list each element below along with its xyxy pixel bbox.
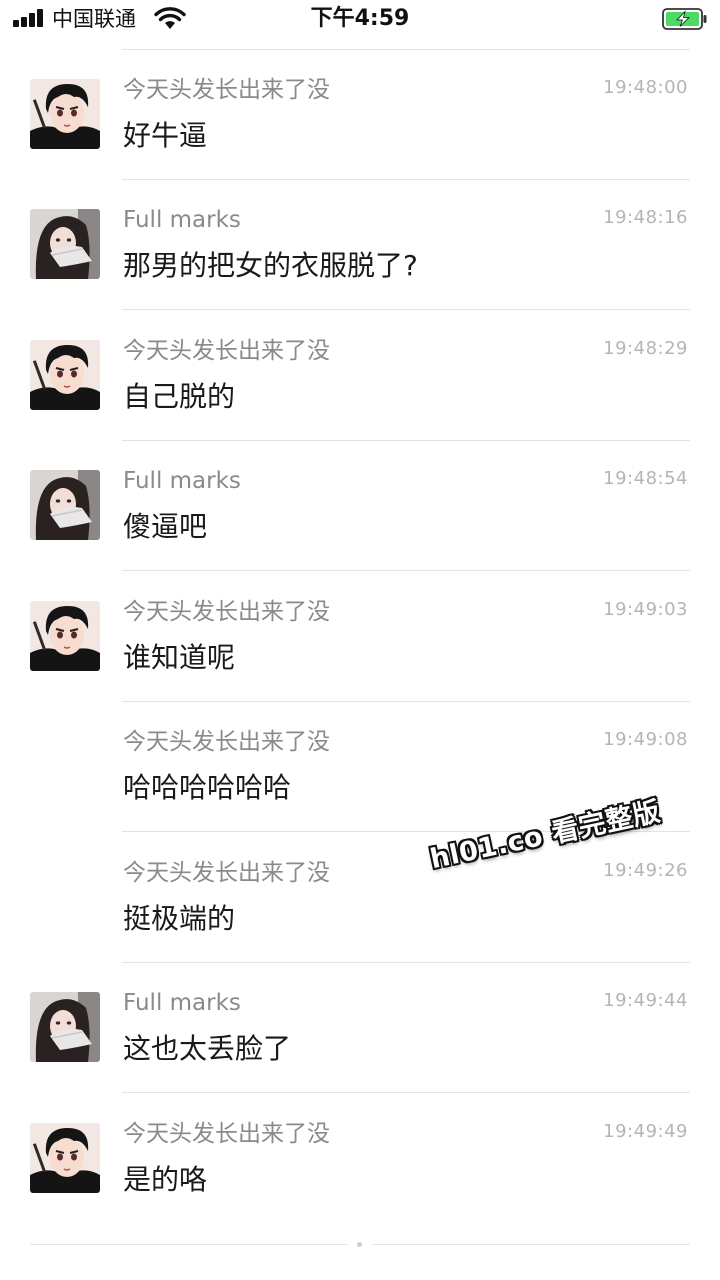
message-time: 19:48:29 xyxy=(603,338,688,359)
chat-message[interactable]: 今天头发长出来了没 19:49:03 谁知道呢 xyxy=(0,572,720,702)
divider xyxy=(122,1092,690,1093)
chat-message[interactable]: 今天头发长出来了没 19:49:49 是的咯 xyxy=(0,1094,720,1224)
message-time: 19:49:08 xyxy=(603,729,688,750)
message-text: 自己脱的 xyxy=(123,380,236,413)
sender-name: 今天头发长出来了没 xyxy=(123,338,330,364)
sender-name: Full marks xyxy=(123,990,241,1016)
message-text: 挺极端的 xyxy=(123,902,236,935)
avatar-girl[interactable] xyxy=(30,992,100,1062)
message-time: 19:49:44 xyxy=(603,990,688,1011)
divider xyxy=(122,570,690,571)
avatar-girl[interactable] xyxy=(30,209,100,279)
avatar-boy[interactable] xyxy=(30,601,100,671)
chat-message[interactable]: 今天头发长出来了没 19:48:00 好牛逼 xyxy=(0,50,720,180)
sender-name: 今天头发长出来了没 xyxy=(123,860,330,886)
message-time: 19:49:49 xyxy=(603,1121,688,1142)
message-time: 19:49:03 xyxy=(603,599,688,620)
message-text: 谁知道呢 xyxy=(123,641,236,674)
chat-message[interactable]: Full marks 19:49:44 这也太丢脸了 xyxy=(0,963,720,1093)
sender-name: 今天头发长出来了没 xyxy=(123,599,330,625)
message-text: 那男的把女的衣服脱了? xyxy=(123,249,418,282)
chat-message[interactable]: 今天头发长出来了没 19:48:29 自己脱的 xyxy=(0,311,720,441)
sender-name: Full marks xyxy=(123,468,241,494)
avatar-boy[interactable] xyxy=(30,340,100,410)
message-text: 哈哈哈哈哈哈 xyxy=(123,771,292,804)
message-text: 好牛逼 xyxy=(123,119,208,152)
avatar-boy[interactable] xyxy=(30,1123,100,1193)
bottom-divider xyxy=(30,1244,348,1245)
chat-message[interactable]: Full marks 19:48:16 那男的把女的衣服脱了? xyxy=(0,180,720,310)
status-time: 下午4:59 xyxy=(310,6,410,31)
message-time: 19:48:00 xyxy=(603,77,688,98)
sender-name: Full marks xyxy=(123,207,241,233)
message-time: 19:49:26 xyxy=(603,860,688,881)
chat-message[interactable]: Full marks 19:48:54 傻逼吧 xyxy=(0,441,720,571)
bottom-divider xyxy=(372,1244,690,1245)
message-time: 19:48:16 xyxy=(603,207,688,228)
avatar-boy[interactable] xyxy=(30,79,100,149)
message-time: 19:48:54 xyxy=(603,468,688,489)
scroll-indicator-dot xyxy=(357,1242,362,1247)
battery-charging-icon xyxy=(662,8,707,30)
status-bar: 中国联通 下午4:59 xyxy=(0,0,720,40)
sender-name: 今天头发长出来了没 xyxy=(123,729,330,755)
chat-message[interactable]: 今天头发长出来了没 19:49:26 挺极端的 xyxy=(0,833,720,963)
divider xyxy=(122,309,690,310)
message-text: 这也太丢脸了 xyxy=(123,1032,292,1065)
avatar-girl[interactable] xyxy=(30,470,100,540)
message-text: 傻逼吧 xyxy=(123,510,208,543)
message-text: 是的咯 xyxy=(123,1163,208,1196)
sender-name: 今天头发长出来了没 xyxy=(123,77,330,103)
sender-name: 今天头发长出来了没 xyxy=(123,1121,330,1147)
